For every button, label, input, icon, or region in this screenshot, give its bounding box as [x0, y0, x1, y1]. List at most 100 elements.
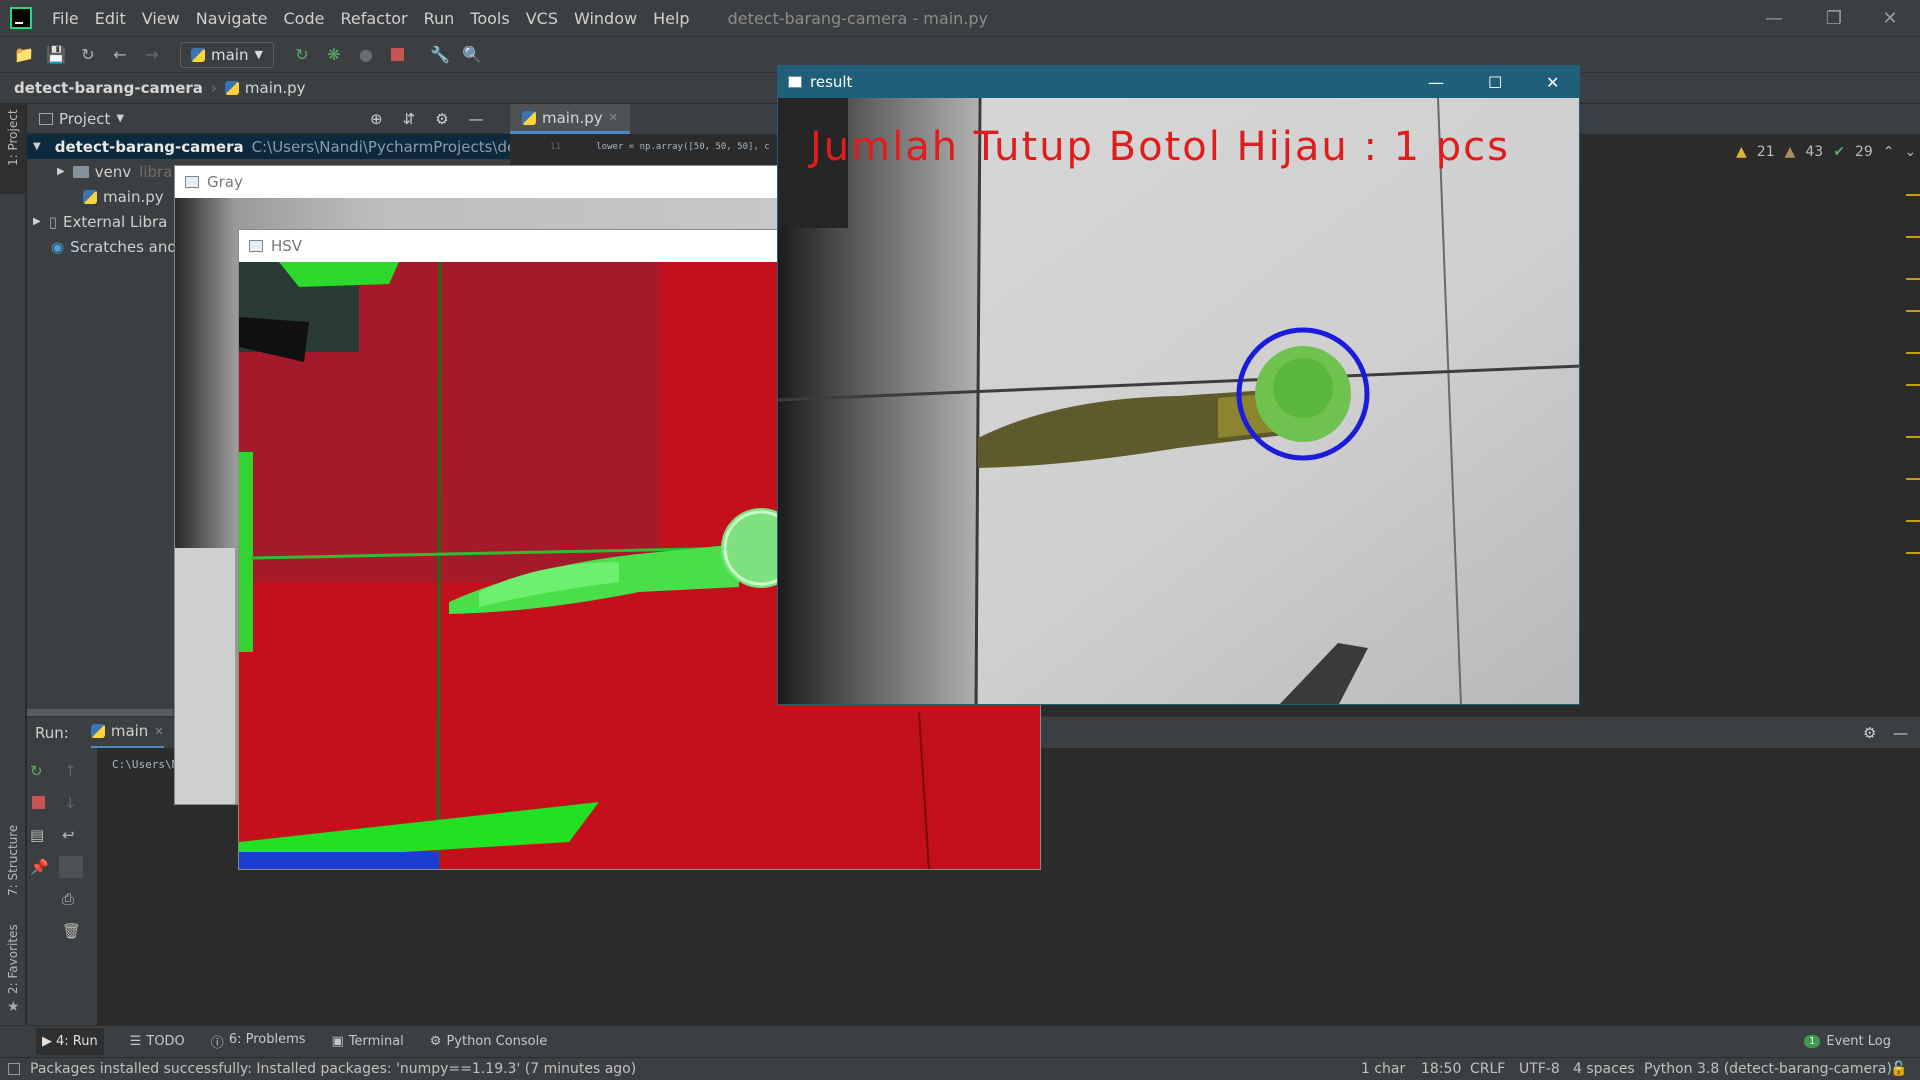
lock-icon[interactable]: 🔓 [1890, 1061, 1907, 1077]
close-tab-icon[interactable]: ✕ [609, 111, 618, 124]
window-icon [249, 240, 263, 252]
hide-panel-icon[interactable]: — [469, 110, 484, 128]
status-toggle-icon[interactable] [8, 1063, 20, 1075]
layout-icon[interactable]: ▤ [30, 826, 44, 844]
menu-edit[interactable]: Edit [87, 9, 134, 28]
tree-suffix-venv: libra [139, 162, 173, 181]
search-icon[interactable]: 🔍 [456, 41, 488, 69]
favorites-tool-label[interactable]: 2: Favorites [6, 924, 20, 994]
rerun-icon[interactable]: ↻ [30, 762, 43, 780]
gear-icon[interactable]: ⚙ [1863, 724, 1876, 742]
minimize-icon[interactable]: — [1744, 0, 1804, 36]
weak-warning-count: 43 [1805, 144, 1824, 160]
error-stripe[interactable] [1906, 184, 1920, 704]
back-icon[interactable]: ← [104, 41, 136, 69]
menu-window[interactable]: Window [566, 9, 645, 28]
event-log[interactable]: 1 Event Log [1804, 1034, 1891, 1049]
project-tool-tab[interactable]: 1: Project [0, 104, 26, 194]
menu-vcs[interactable]: VCS [518, 9, 566, 28]
result-window: result — ☐ ✕ Jumlah Tutup Botol Hijau: … [777, 65, 1580, 705]
run-toolbar: ↻ ▤ 📌 ↑ ↓ ↩ ⎙ 🗑 [27, 748, 97, 1025]
collapse-icon[interactable]: ⇵ [403, 110, 416, 128]
tab-main-py[interactable]: main.py ✕ [510, 104, 630, 134]
structure-tool-label[interactable]: 7: Structure [6, 825, 20, 896]
status-indent[interactable]: 4 spaces [1573, 1061, 1635, 1077]
tab-todo[interactable]: ☰ TODO [130, 1034, 185, 1049]
python-icon [90, 724, 105, 738]
tab-label: main.py [542, 108, 603, 127]
result-overlay-text: Jumlah Tutup Botol Hijau : 1 pcs [807, 124, 1510, 170]
minimize-icon[interactable]: — [1428, 73, 1444, 92]
print-icon[interactable]: ⎙ [62, 890, 74, 908]
project-panel-title[interactable]: Project [59, 110, 110, 128]
play-icon: ▶ [42, 1034, 52, 1049]
maximize-icon[interactable]: ☐ [1488, 73, 1502, 92]
stop-icon[interactable] [32, 796, 45, 809]
breadcrumb-separator-icon: › [210, 79, 217, 97]
result-window-titlebar[interactable]: result — ☐ ✕ [778, 66, 1579, 98]
menu-refactor[interactable]: Refactor [332, 9, 415, 28]
menu-navigate[interactable]: Navigate [188, 9, 276, 28]
code-line[interactable]: 11 lower = np.array([50, 50, 50], c [550, 142, 770, 152]
project-panel-header: Project ▼ ⊕ ⇵ ⚙ — [27, 104, 511, 134]
window-title: detect-barang-camera - main.py [727, 8, 988, 28]
chevron-down-icon[interactable]: ⌄ [1905, 144, 1917, 160]
menu-file[interactable]: File [44, 9, 87, 28]
run-config-selector[interactable]: main ▼ [180, 41, 274, 68]
list-icon: ☰ [129, 1034, 142, 1049]
close-icon[interactable]: ✕ [1860, 0, 1920, 36]
menu-view[interactable]: View [134, 9, 188, 28]
menu-help[interactable]: Help [645, 9, 697, 28]
menu-code[interactable]: Code [276, 9, 333, 28]
chevron-down-icon: ▼ [254, 48, 263, 61]
locate-icon[interactable]: ⊕ [370, 110, 383, 128]
gear-icon[interactable]: ⚙ [435, 110, 448, 128]
rerun-icon[interactable]: ↻ [286, 41, 318, 69]
stop-icon[interactable] [382, 41, 414, 69]
forward-icon[interactable]: → [136, 41, 168, 69]
horizontal-scrollbar[interactable] [27, 709, 173, 716]
trash-icon[interactable]: 🗑 [62, 922, 81, 940]
arrow-up-icon[interactable]: ↑ [64, 762, 77, 780]
chevron-up-icon[interactable]: ⌃ [1883, 144, 1895, 160]
gray-window-titlebar[interactable]: Gray [175, 166, 783, 198]
save-icon[interactable]: 💾 [40, 41, 72, 69]
scratches-icon: ◉ [51, 237, 65, 256]
pin-icon[interactable]: 📌 [30, 858, 49, 876]
soft-wrap-icon[interactable]: ↩ [62, 826, 75, 844]
tree-row-project-root[interactable]: ▼ detect-barang-camera C:\Users\Nandi\Py… [27, 134, 511, 159]
open-folder-icon[interactable]: 📁 [8, 41, 40, 69]
status-message[interactable]: Packages installed successfully: Install… [30, 1061, 636, 1077]
sync-icon[interactable]: ↻ [72, 41, 104, 69]
tab-python-console[interactable]: ⚙ Python Console [430, 1034, 547, 1049]
status-encoding[interactable]: UTF-8 [1519, 1061, 1560, 1077]
tab-problems-label: 6: Problems [228, 1032, 306, 1047]
tab-run[interactable]: ▶ 4: Run [36, 1028, 104, 1055]
menu-tools[interactable]: Tools [462, 9, 517, 28]
settings-wrench-icon[interactable]: 🔧 [424, 41, 456, 69]
status-line-separator[interactable]: CRLF [1470, 1061, 1505, 1077]
status-interpreter[interactable]: Python 3.8 (detect-barang-camera) [1644, 1061, 1892, 1077]
tree-label-main: main.py [103, 187, 164, 206]
restore-icon[interactable]: ❐ [1804, 0, 1864, 36]
close-icon[interactable]: ✕ [1546, 73, 1559, 92]
coverage-icon[interactable]: ● [350, 41, 382, 69]
tab-problems[interactable]: ⓘ 6: Problems [211, 1032, 306, 1051]
run-tab-label: main [110, 722, 149, 740]
chevron-down-icon[interactable]: ▼ [116, 113, 124, 124]
breadcrumb-file[interactable]: main.py [245, 79, 306, 97]
status-position[interactable]: 18:50 [1421, 1061, 1461, 1077]
hide-panel-icon[interactable]: — [1893, 724, 1908, 742]
run-tab[interactable]: main ✕ [90, 717, 164, 749]
scroll-to-end-icon[interactable] [59, 856, 83, 878]
menu-run[interactable]: Run [416, 9, 463, 28]
breadcrumb-project[interactable]: detect-barang-camera [14, 79, 203, 97]
menu-bar: File Edit View Navigate Code Refactor Ru… [0, 0, 1920, 36]
tab-terminal[interactable]: ▣ Terminal [332, 1034, 404, 1049]
tab-todo-label: TODO [146, 1034, 185, 1049]
project-view-icon [39, 112, 53, 125]
inspection-widget[interactable]: ▲ 21 ▲ 43 ✔ 29 ⌃ ⌄ [1736, 144, 1916, 160]
debug-icon[interactable]: ❋ [318, 41, 350, 69]
arrow-down-icon[interactable]: ↓ [64, 794, 77, 812]
close-tab-icon[interactable]: ✕ [154, 725, 163, 738]
